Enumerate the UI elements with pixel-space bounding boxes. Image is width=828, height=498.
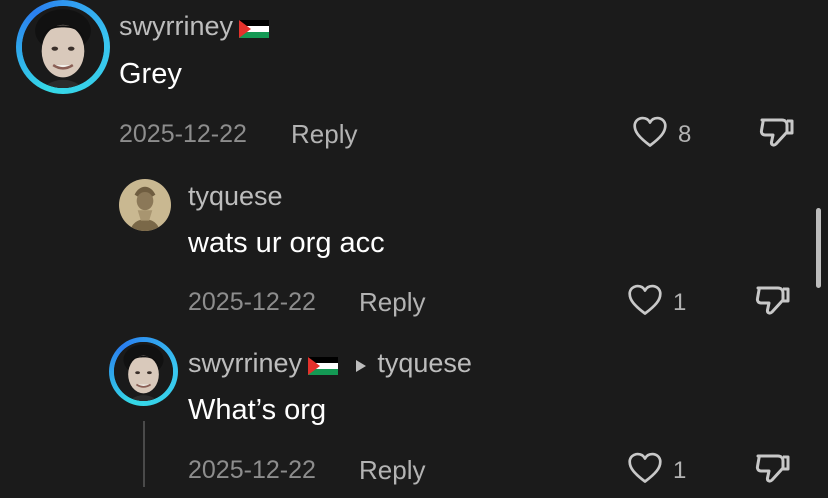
palestine-flag-icon (308, 357, 338, 375)
avatar[interactable] (109, 337, 178, 406)
reply-button[interactable]: Reply (359, 455, 425, 486)
comment-date: 2025-12-22 (188, 288, 316, 316)
comment-date: 2025-12-22 (119, 120, 247, 148)
avatar[interactable] (119, 179, 171, 231)
like-button[interactable] (627, 283, 663, 322)
avatar[interactable] (16, 0, 110, 94)
username[interactable]: tyquese (188, 181, 283, 212)
reply-to-username[interactable]: tyquese (377, 348, 472, 378)
comment-text: wats ur org acc (188, 227, 385, 259)
heart-icon (627, 451, 663, 485)
like-count: 8 (678, 121, 692, 148)
username-row: swyrriney (119, 11, 269, 43)
dislike-icon (752, 448, 792, 488)
like-count: 1 (673, 457, 687, 484)
heart-icon (632, 115, 668, 149)
username-row: swyrriney tyquese (188, 348, 472, 380)
dislike-button[interactable] (752, 448, 792, 493)
username[interactable]: swyrriney (188, 348, 302, 378)
reply-button[interactable]: Reply (291, 119, 357, 150)
dislike-icon (756, 112, 796, 152)
scrollbar[interactable] (816, 208, 821, 288)
heart-icon (627, 283, 663, 317)
dislike-button[interactable] (756, 112, 796, 157)
like-count: 1 (673, 289, 687, 316)
dislike-icon (752, 280, 792, 320)
comment-text: What’s org (188, 394, 327, 426)
username[interactable]: swyrriney (119, 11, 233, 41)
comment-date: 2025-12-22 (188, 456, 316, 484)
avatar-image (119, 179, 171, 231)
avatar-image (114, 342, 173, 401)
triangle-right-icon (355, 359, 366, 372)
reply-button[interactable]: Reply (359, 287, 425, 318)
palestine-flag-icon (239, 20, 269, 38)
like-button[interactable] (632, 115, 668, 154)
comment-text: Grey (119, 58, 182, 90)
dislike-button[interactable] (752, 280, 792, 325)
like-button[interactable] (627, 451, 663, 490)
avatar-image (22, 6, 104, 88)
thread-line (143, 421, 145, 487)
